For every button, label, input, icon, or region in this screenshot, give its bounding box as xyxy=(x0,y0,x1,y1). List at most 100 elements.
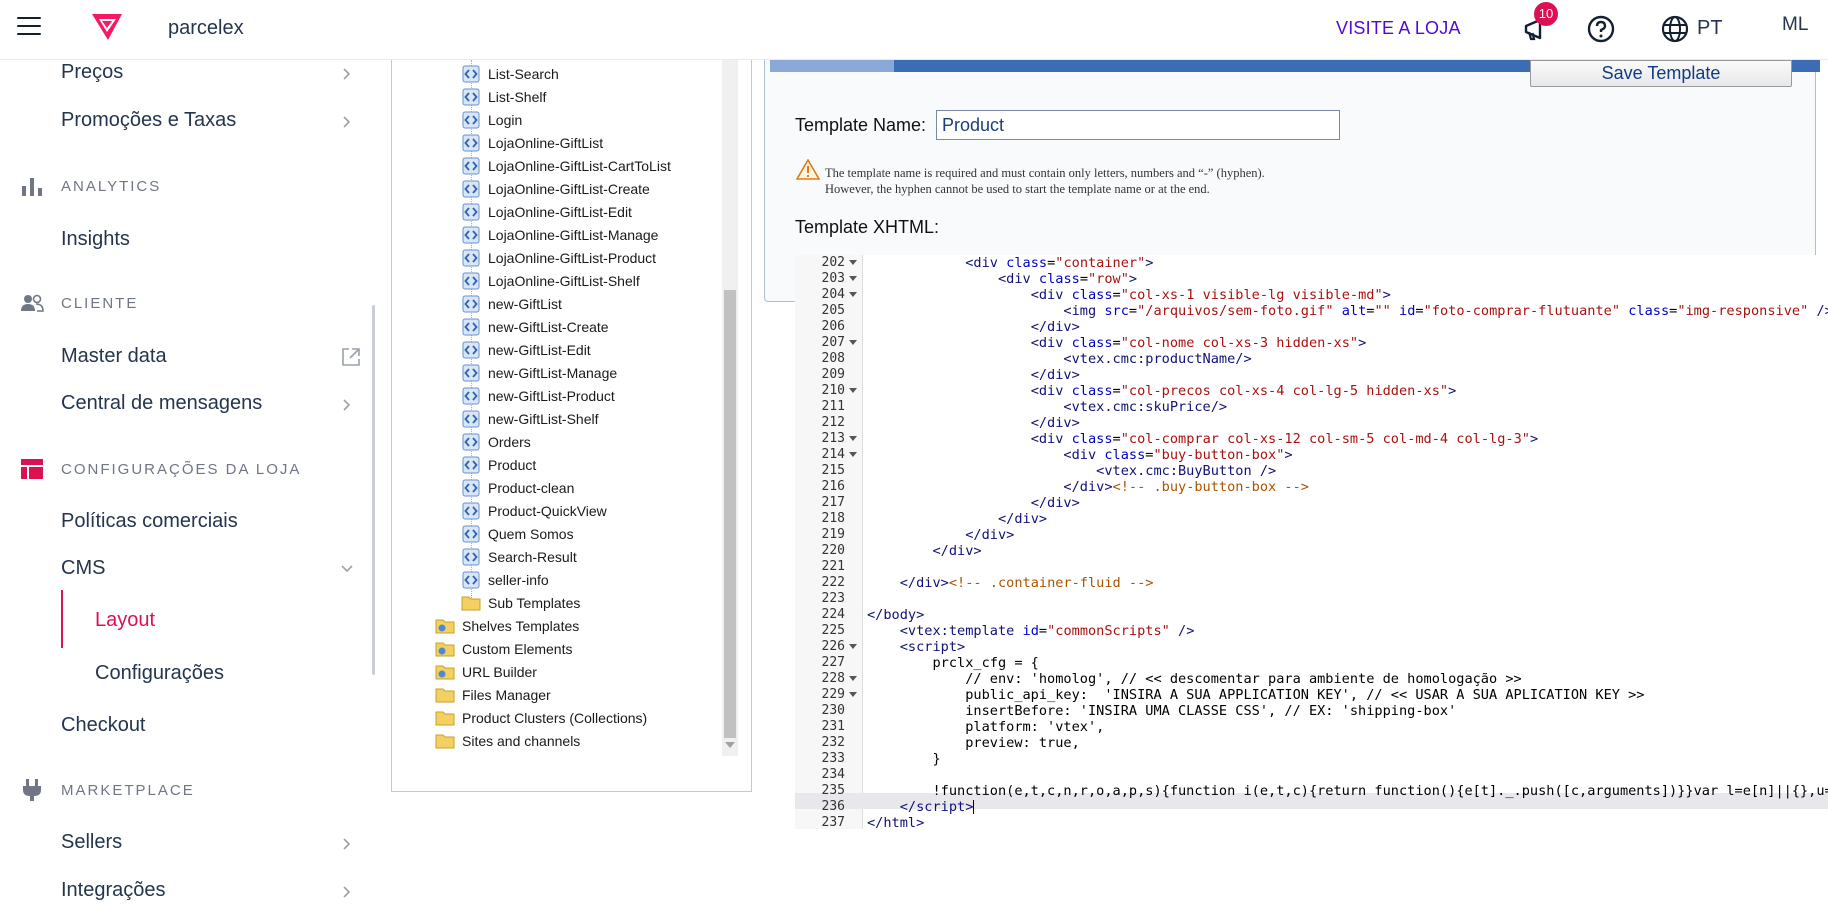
code-line[interactable]: <div class="col-precos col-xs-4 col-lg-5… xyxy=(867,383,1457,399)
code-line[interactable]: <div class="container"> xyxy=(867,255,1153,271)
code-line[interactable]: <div class="col-nome col-xs-3 hidden-xs"… xyxy=(867,335,1367,351)
code-line[interactable]: </div> xyxy=(867,367,1080,383)
template-file-icon xyxy=(461,433,481,451)
tree-item-label: URL Builder xyxy=(462,664,537,680)
code-line[interactable]: </div> xyxy=(867,511,1047,527)
code-line[interactable]: prclx_cfg = { xyxy=(867,655,1038,671)
fold-arrow-icon[interactable] xyxy=(849,388,857,393)
line-number: 211 xyxy=(821,399,845,414)
code-line[interactable]: <div class="col-xs-1 visible-lg visible-… xyxy=(867,287,1391,303)
code-line[interactable]: </div> xyxy=(867,543,981,559)
help-icon[interactable] xyxy=(1586,14,1616,44)
code-line[interactable]: !function(e,t,c,n,r,o,a,p,s){function i(… xyxy=(867,783,1828,799)
sidebar-item-central-mensagens[interactable]: Central de mensagens xyxy=(61,392,262,415)
line-number: 219 xyxy=(821,527,845,542)
fold-arrow-icon[interactable] xyxy=(849,340,857,345)
code-line[interactable]: <vtex.cmc:skuPrice/> xyxy=(867,399,1227,415)
sidebar-item-cms[interactable]: CMS xyxy=(61,557,105,580)
template-file-icon xyxy=(461,525,481,543)
external-link-icon[interactable] xyxy=(340,346,362,368)
sidebar-item-sellers[interactable]: Sellers xyxy=(61,831,122,854)
language-selector[interactable]: PT xyxy=(1697,17,1723,40)
line-number: 237 xyxy=(821,815,845,829)
sidebar-item-precos[interactable]: Preços xyxy=(61,61,123,84)
code-line[interactable]: <vtex.cmc:productName/> xyxy=(867,351,1251,367)
fold-arrow-icon[interactable] xyxy=(849,692,857,697)
tree-item-label: List-Search xyxy=(488,66,559,82)
sidebar-scrollbar[interactable] xyxy=(372,305,375,675)
globe-icon[interactable] xyxy=(1660,14,1690,44)
template-file-icon xyxy=(461,180,481,198)
line-number: 204 xyxy=(821,287,845,302)
code-line[interactable]: </div> xyxy=(867,527,1014,543)
sidebar-item-promocoes[interactable]: Promoções e Taxas xyxy=(61,109,236,132)
tree-item-label: Sub Templates xyxy=(488,595,581,611)
sidebar-item-layout[interactable]: Layout xyxy=(95,609,155,632)
code-line[interactable]: </script> xyxy=(867,799,975,815)
bar-chart-icon xyxy=(22,178,42,196)
tree-scrollbar-thumb[interactable] xyxy=(724,290,736,738)
sidebar-item-integracoes[interactable]: Integrações xyxy=(61,879,166,902)
fold-arrow-icon[interactable] xyxy=(849,292,857,297)
hint-line-1: The template name is required and must c… xyxy=(825,166,1265,180)
code-line[interactable]: </body> xyxy=(867,607,924,623)
template-file-icon xyxy=(461,318,481,336)
line-number: 212 xyxy=(821,415,845,430)
code-line[interactable]: </div><!-- .container-fluid --> xyxy=(867,575,1154,591)
template-file-icon xyxy=(461,111,481,129)
code-line[interactable]: </div><!-- .buy-button-box --> xyxy=(867,479,1309,495)
tree-item-label: List-Shelf xyxy=(488,89,547,105)
fold-arrow-icon[interactable] xyxy=(849,644,857,649)
code-line[interactable]: } xyxy=(867,751,940,767)
code-line[interactable]: <vtex.cmc:BuyButton /> xyxy=(867,463,1276,479)
line-number: 203 xyxy=(821,271,845,286)
code-line[interactable]: <div class="row"> xyxy=(867,271,1137,287)
chevron-right-icon xyxy=(343,68,351,80)
template-file-icon xyxy=(461,295,481,313)
sidebar-item-master-data[interactable]: Master data xyxy=(61,345,167,368)
code-line[interactable]: </html> xyxy=(867,815,924,829)
template-name-input[interactable] xyxy=(936,110,1340,140)
code-line[interactable]: <script> xyxy=(867,639,965,655)
sidebar-item-checkout[interactable]: Checkout xyxy=(61,714,146,737)
chevron-down-icon[interactable] xyxy=(340,562,354,576)
section-label: CLIENTE xyxy=(61,295,139,312)
visit-store-link[interactable]: VISITE A LOJA xyxy=(1336,18,1461,39)
header-strip-light xyxy=(770,60,894,72)
save-template-button[interactable]: Save Template xyxy=(1530,60,1792,87)
scroll-down-arrow-icon[interactable] xyxy=(725,742,735,748)
fold-arrow-icon[interactable] xyxy=(849,436,857,441)
code-line[interactable]: preview: true, xyxy=(867,735,1080,751)
sidebar-item-insights[interactable]: Insights xyxy=(61,228,130,251)
fold-arrow-icon[interactable] xyxy=(849,276,857,281)
code-line[interactable]: // env: 'homolog', // << descomentar par… xyxy=(867,671,1522,687)
store-layout-icon xyxy=(21,459,43,479)
code-editor[interactable]: 202 <div class="container"> 203 <div clas… xyxy=(795,255,1828,829)
code-line[interactable]: <div class="buy-button-box"> xyxy=(867,447,1292,463)
user-avatar[interactable]: ML xyxy=(1782,14,1822,46)
code-line[interactable]: <vtex:template id="commonScripts" /> xyxy=(867,623,1195,639)
line-number: 206 xyxy=(821,319,845,334)
code-line[interactable]: insertBefore: 'INSIRA UMA CLASSE CSS', /… xyxy=(867,703,1456,719)
line-number: 229 xyxy=(821,687,845,702)
menu-icon[interactable] xyxy=(17,17,41,37)
code-line[interactable]: public_api_key: 'INSIRA A SUA APPLICATIO… xyxy=(867,687,1644,703)
tree-item-label: new-GiftList-Create xyxy=(488,319,609,335)
sidebar-item-politicas[interactable]: Políticas comerciais xyxy=(61,510,238,533)
code-line[interactable]: </div> xyxy=(867,495,1080,511)
template-file-icon xyxy=(461,249,481,267)
code-line[interactable]: platform: 'vtex', xyxy=(867,719,1104,735)
sidebar-item-configuracoes[interactable]: Configurações xyxy=(95,662,224,685)
code-line[interactable]: <img src="/arquivos/sem-foto.gif" alt=""… xyxy=(867,303,1828,319)
line-number: 232 xyxy=(821,735,845,750)
fold-arrow-icon[interactable] xyxy=(849,452,857,457)
fold-arrow-icon[interactable] xyxy=(849,260,857,265)
code-line[interactable]: </div> xyxy=(867,319,1080,335)
vtex-logo[interactable] xyxy=(90,12,124,42)
template-file-icon xyxy=(461,134,481,152)
tree-scrollbar[interactable] xyxy=(722,60,738,756)
active-indicator xyxy=(61,590,63,648)
code-line[interactable]: <div class="col-comprar col-xs-12 col-sm… xyxy=(867,431,1538,447)
code-line[interactable]: </div> xyxy=(867,415,1080,431)
fold-arrow-icon[interactable] xyxy=(849,676,857,681)
